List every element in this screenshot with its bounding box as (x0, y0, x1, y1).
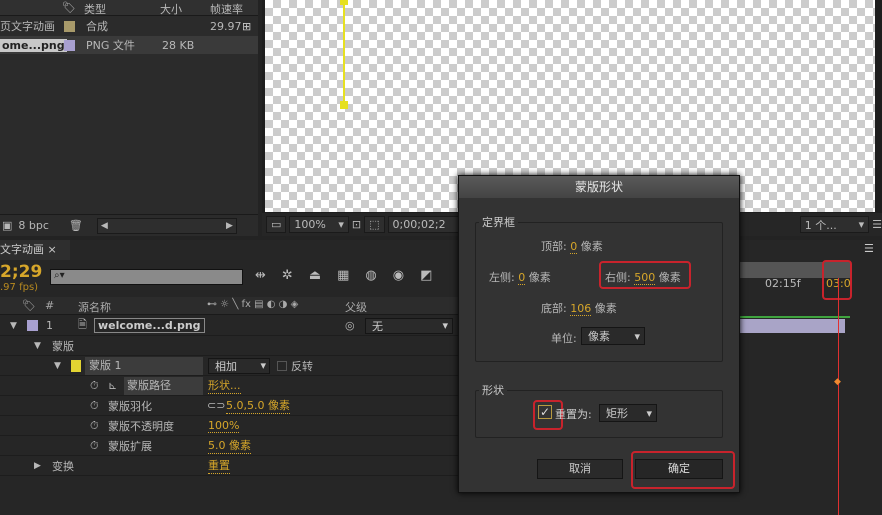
switches-icons: ⊷ ☼ ╲ fx ▤ ◐ ◑ ◈ (207, 299, 299, 310)
reset-checkbox[interactable]: ✓ (538, 405, 552, 419)
label-icon: 🏷 (62, 1, 76, 14)
views-select[interactable]: 1 个... ▾ (799, 216, 870, 233)
col-source-name[interactable]: 源名称 (78, 299, 111, 315)
viewer-options-icon[interactable]: ☰ (872, 218, 882, 231)
interpret-icon[interactable]: ▣ (2, 219, 12, 232)
work-area-green (740, 316, 850, 318)
mask-color-swatch[interactable] (71, 359, 81, 372)
project-panel: 🏷 类型 大小 帧速率 页文字动画 合成 29.97 ⊞ ome...png P… (0, 0, 258, 236)
draft-3d-icon[interactable]: ✲ (282, 268, 293, 283)
left-field: 左侧: 0 像素 (489, 271, 551, 285)
dialog-title: 蒙版形状 (459, 176, 739, 198)
col-type[interactable]: 类型 (84, 1, 106, 17)
flowchart-icon[interactable]: ⊞ (242, 20, 251, 33)
mask-path-edge (343, 0, 345, 106)
ruler-label: 02:15f (765, 277, 801, 290)
project-footer: ▣ 8 bpc 🗑 ◀ ▶ (0, 214, 258, 236)
region-icon[interactable]: ⊡ (352, 218, 361, 231)
constrain-link-icon[interactable]: ⊂⊃ (207, 399, 225, 412)
ok-button[interactable]: 确定 (635, 459, 723, 479)
mask-mode-select[interactable]: 相加 ▾ (208, 357, 270, 374)
trash-icon[interactable]: 🗑 (69, 219, 83, 232)
keyframe-icon[interactable]: ◆ (834, 377, 841, 387)
label-icon: 🏷 (22, 299, 36, 312)
stopwatch-icon[interactable]: ⏱ (90, 419, 99, 433)
pickwhip-icon[interactable]: ◎ (345, 319, 355, 332)
horizontal-scrollbar[interactable]: ◀ ▶ (96, 217, 237, 234)
search-input[interactable]: ⌕▾ (50, 269, 243, 285)
bottom-field: 底部: 106 像素 (541, 302, 617, 316)
highlight-current-time (822, 260, 852, 300)
project-header: 🏷 类型 大小 帧速率 (0, 0, 258, 16)
invert-checkbox[interactable] (277, 360, 287, 371)
bpc-button[interactable]: 8 bpc (18, 219, 49, 232)
project-item[interactable]: ome...png PNG 文件 28 KB (0, 36, 258, 54)
project-item[interactable]: 页文字动画 合成 29.97 ⊞ (0, 17, 258, 35)
units-select[interactable]: 像素 ▾ (581, 327, 645, 345)
timeline-switches: ⇹ ✲ ⏏ ▦ ◍ ◉ ◩ (255, 268, 432, 283)
top-field: 顶部: 0 像素 (541, 240, 603, 254)
transparency-toggle-icon[interactable]: ⬚ (364, 216, 385, 233)
mask-vertex[interactable] (340, 101, 348, 109)
fps-readout: .97 fps) (0, 282, 39, 293)
comp-flowchart-icon[interactable]: ⇹ (255, 268, 266, 283)
panel-menu-icon[interactable]: ☰ (864, 242, 874, 255)
mask-shape-dialog: 蒙版形状 定界框 顶部: 0 像素 左侧: 0 像素 右侧: 500 像素 底部… (458, 175, 740, 493)
expand-icon[interactable]: ▼ (10, 321, 17, 331)
stopwatch-icon[interactable]: ⏱ (90, 439, 99, 453)
current-time-indicator[interactable] (838, 278, 839, 515)
graph-editor-icon[interactable]: ◩ (420, 268, 432, 283)
cancel-button[interactable]: 取消 (537, 459, 623, 479)
png-file-icon: 🗎 (78, 318, 87, 331)
timecode[interactable]: 2;29 (0, 262, 42, 282)
frame-blending-icon[interactable]: ▦ (337, 268, 349, 283)
brainstorm-icon[interactable]: ◉ (393, 268, 404, 283)
always-preview-icon[interactable]: ▭ (266, 216, 287, 233)
label-swatch (64, 39, 75, 51)
zoom-select[interactable]: 100% ▾ (289, 216, 349, 233)
col-size[interactable]: 大小 (160, 1, 182, 17)
label-swatch[interactable] (27, 320, 38, 331)
right-field: 右侧: 500 像素 (605, 271, 681, 285)
tab-composition[interactable]: 文字动画 × (0, 240, 70, 260)
layer-duration-bar[interactable] (740, 319, 845, 333)
label-swatch (64, 20, 75, 32)
parent-select[interactable]: 无 ▾ (365, 317, 453, 334)
close-icon[interactable]: × (48, 243, 57, 256)
stopwatch-icon[interactable]: ⏱ (90, 379, 99, 393)
timeline-panel: 文字动画 × 2;29 .97 fps) ⌕▾ ⇹ ✲ ⏏ ▦ ◍ ◉ ◩ 🏷 # 源名称 … (0, 240, 882, 515)
shy-icon[interactable]: ⏏ (309, 268, 321, 283)
shape-select[interactable]: 矩形 ▾ (599, 404, 657, 422)
layer-name[interactable]: welcome...d.png (94, 318, 205, 333)
stopwatch-icon[interactable]: ⏱ (90, 399, 99, 413)
col-fps[interactable]: 帧速率 (210, 1, 243, 17)
mask-vertex[interactable] (340, 0, 348, 5)
col-parent[interactable]: 父级 (345, 299, 367, 315)
motion-blur-icon[interactable]: ◍ (365, 268, 376, 283)
